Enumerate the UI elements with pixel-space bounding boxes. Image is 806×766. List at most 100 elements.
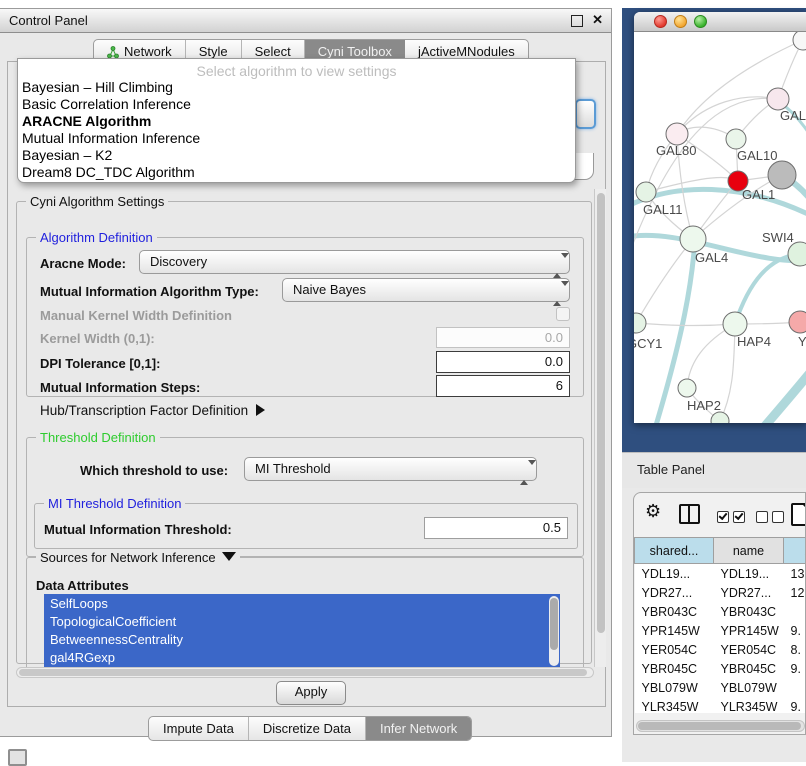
dropdown-item-dream8[interactable]: Dream8 DC_TDC Algorithm: [18, 164, 575, 181]
dropdown-item-aracne[interactable]: ARACNE Algorithm: [18, 113, 575, 130]
table-row[interactable]: YDL19...YDL19...13: [635, 564, 806, 584]
table-row[interactable]: YBR045CYBR045C9.: [635, 659, 806, 678]
deselect-all-checkbox-icon[interactable]: [772, 511, 784, 523]
mi-threshold-label: Mutual Information Threshold:: [44, 522, 232, 537]
table-row[interactable]: YER054CYER054C8.: [635, 640, 806, 659]
screen: Control Panel ✕ Network Style Select Cyn…: [0, 0, 806, 762]
float-window-icon[interactable]: [571, 15, 583, 27]
list-item-betweennesscentrality[interactable]: BetweennessCentrality: [44, 630, 560, 648]
network-window-titlebar[interactable]: [634, 12, 806, 32]
node-y-salmon[interactable]: [789, 311, 806, 333]
node-gal4[interactable]: [680, 226, 706, 252]
column-header-name[interactable]: name: [714, 538, 784, 564]
window-title: Control Panel: [9, 13, 88, 28]
node-label: GAL10: [737, 148, 777, 163]
tab-discretize-data[interactable]: Discretize Data: [249, 717, 366, 740]
node-unlabeled-bottom[interactable]: [711, 412, 729, 423]
node-gal-pink[interactable]: [767, 88, 789, 110]
spinner-arrows-icon: [553, 255, 562, 269]
node-gcy1[interactable]: [634, 313, 646, 333]
table-row[interactable]: YDR27...YDR27...12: [635, 583, 806, 602]
node-gal11[interactable]: [636, 182, 656, 202]
table-row[interactable]: YPR145WYPR145W9.: [635, 621, 806, 640]
threshold-definition-title: Threshold Definition: [36, 430, 160, 445]
which-threshold-value: MI Threshold: [255, 461, 331, 476]
document-icon[interactable]: [791, 503, 806, 526]
zoom-traffic-light-icon[interactable]: [694, 15, 707, 28]
deselect-all-checkbox-icon[interactable]: [756, 511, 768, 523]
cyni-bottom-tabs: Impute Data Discretize Data Infer Networ…: [148, 716, 472, 741]
node-label: GAL: [780, 108, 806, 123]
node-table: shared... name A YDL19...YDL19...13 YDR2…: [634, 537, 806, 713]
list-item-selfloops[interactable]: SelfLoops: [44, 594, 560, 612]
tab-infer-network[interactable]: Infer Network: [366, 717, 471, 740]
network-canvas[interactable]: GAL GAL80 GAL10 GAL1 GAL11 GAL4 SWI4 GCY…: [634, 32, 806, 423]
list-vertical-scrollbar[interactable]: [549, 596, 559, 666]
data-attributes-list[interactable]: SelfLoops TopologicalCoefficient Between…: [44, 594, 560, 669]
node-hap2[interactable]: [678, 379, 696, 397]
node-label: GAL80: [656, 143, 696, 158]
docked-window-icon[interactable]: [8, 749, 27, 766]
dropdown-placeholder: Select algorithm to view settings: [18, 59, 575, 79]
dpi-tolerance-input[interactable]: 0.0: [436, 351, 570, 373]
expanded-arrow-icon: [222, 552, 236, 561]
mi-threshold-input[interactable]: 0.5: [424, 517, 568, 539]
mi-steps-input[interactable]: 6: [436, 375, 570, 397]
settings-horizontal-scrollbar[interactable]: [16, 667, 594, 678]
focused-combo-fragment[interactable]: [575, 99, 596, 129]
dropdown-item-bayesian-k2[interactable]: Bayesian – K2: [18, 147, 575, 164]
list-item-topologicalcoefficient[interactable]: TopologicalCoefficient: [44, 612, 560, 630]
dpi-tolerance-label: DPI Tolerance [0,1]:: [40, 356, 160, 371]
kernel-width-input[interactable]: 0.0: [436, 327, 570, 348]
mi-algorithm-type-label: Mutual Information Algorithm Type:: [40, 284, 259, 299]
table-panel: ⚙ shared... name A YDL19...YDL19...13 YD…: [633, 492, 806, 735]
scrollbar-thumb[interactable]: [550, 598, 558, 650]
close-icon[interactable]: ✕: [592, 12, 603, 28]
node-unlabeled-top[interactable]: [793, 32, 806, 50]
tab-impute-data[interactable]: Impute Data: [149, 717, 249, 740]
table-row[interactable]: YBL079WYBL079W: [635, 678, 806, 697]
node-label: HAP4: [737, 334, 771, 349]
table-horizontal-scrollbar[interactable]: [636, 720, 805, 732]
gear-icon[interactable]: ⚙: [645, 501, 661, 522]
table-row[interactable]: YBR043CYBR043C: [635, 602, 806, 621]
dropdown-item-basic-correlation[interactable]: Basic Correlation Inference: [18, 96, 575, 113]
list-item-gal4rgexp[interactable]: gal4RGexp: [44, 648, 560, 666]
close-traffic-light-icon[interactable]: [654, 15, 667, 28]
spinner-arrows-icon: [520, 462, 529, 476]
select-all-checkbox-icon[interactable]: [717, 511, 729, 523]
algorithm-definition-title: Algorithm Definition: [36, 230, 157, 245]
columns-icon[interactable]: [679, 504, 700, 524]
node-hap4[interactable]: [723, 312, 747, 336]
scrollbar-thumb[interactable]: [638, 722, 801, 730]
kernel-width-label: Kernel Width (0,1):: [40, 331, 155, 346]
data-attributes-label: Data Attributes: [36, 578, 129, 593]
manual-kernel-width-checkbox[interactable]: [556, 307, 570, 321]
select-all-checkbox-icon[interactable]: [733, 511, 745, 523]
apply-button[interactable]: Apply: [276, 681, 346, 705]
mi-algorithm-type-value: Naive Bayes: [293, 282, 366, 297]
which-threshold-select[interactable]: MI Threshold: [244, 457, 537, 481]
dropdown-item-bayesian-hill-climbing[interactable]: Bayesian – Hill Climbing: [18, 79, 575, 96]
sources-title-toggle[interactable]: Sources for Network Inference: [36, 550, 240, 565]
column-header-shared-name[interactable]: shared...: [635, 538, 714, 564]
aracne-mode-select[interactable]: Discovery: [139, 250, 570, 274]
scrollbar-thumb[interactable]: [597, 193, 605, 633]
column-header-partial[interactable]: A: [784, 538, 806, 564]
node-label: GAL11: [643, 202, 683, 217]
network-view-window[interactable]: GAL GAL80 GAL10 GAL1 GAL11 GAL4 SWI4 GCY…: [634, 12, 806, 423]
minimize-traffic-light-icon[interactable]: [674, 15, 687, 28]
scrollbar-thumb[interactable]: [19, 669, 587, 676]
control-panel-titlebar[interactable]: Control Panel ✕: [0, 9, 611, 33]
top-margin: [622, 0, 806, 8]
table-header-row: shared... name A: [635, 538, 806, 564]
node-gal10[interactable]: [726, 129, 746, 149]
node-gray[interactable]: [768, 161, 796, 189]
settings-vertical-scrollbar[interactable]: [594, 189, 606, 667]
dropdown-item-mutual-information[interactable]: Mutual Information Inference: [18, 130, 575, 147]
aracne-mode-label: Aracne Mode:: [40, 256, 126, 271]
node-gal80[interactable]: [666, 123, 688, 145]
mi-algorithm-type-select[interactable]: Naive Bayes: [282, 278, 570, 302]
hub-definition-toggle[interactable]: Hub/Transcription Factor Definition: [40, 403, 265, 418]
table-row[interactable]: YLR345WYLR345W9.: [635, 697, 806, 713]
